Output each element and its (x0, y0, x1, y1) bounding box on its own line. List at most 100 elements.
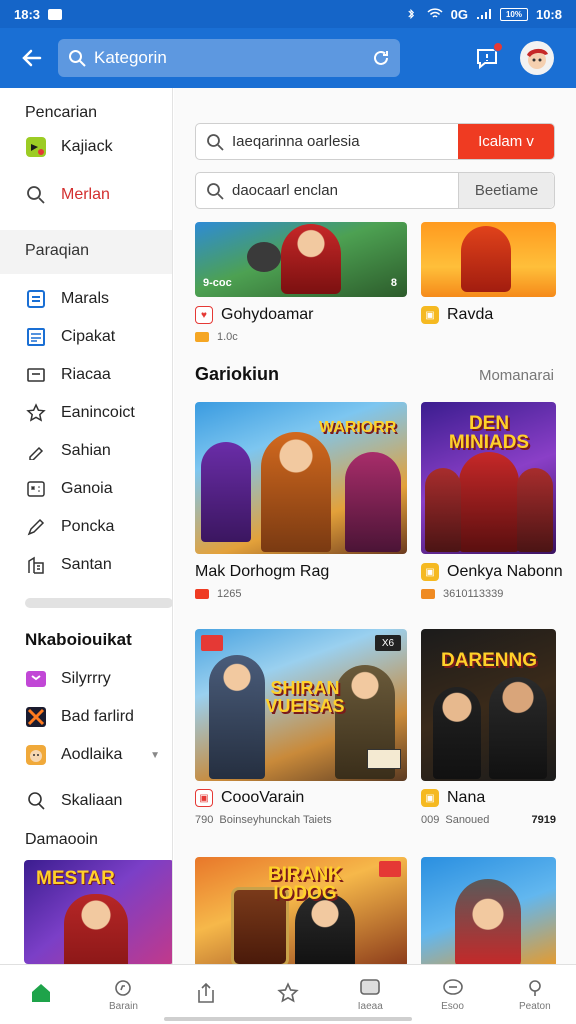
secondary-search-placeholder: daocaarl enclan (232, 182, 338, 199)
chevron-down-icon[interactable]: ▼ (150, 750, 160, 761)
app-badge-icon: ▣ (421, 563, 439, 581)
sidebar-item-cipakat[interactable]: Cipakat (0, 318, 172, 356)
arrow-left-icon (22, 49, 42, 67)
sidebar-item-merlan[interactable]: Merlan (0, 176, 172, 214)
nav-home[interactable] (0, 965, 82, 1024)
filter-search-field[interactable]: Iaeqarinna oarlesia Icalam v (195, 123, 555, 160)
game-card-image[interactable]: BIRANK IODOG (195, 857, 407, 964)
game-card-meta: 1265 (195, 588, 241, 600)
rating-icon (195, 332, 209, 342)
profile-icon (529, 979, 541, 996)
search-input[interactable]: Kategorin (58, 39, 400, 77)
app-badge-icon: ▣ (421, 789, 439, 807)
image-overlay-count: 8 (390, 277, 397, 289)
heart-icon: ♥ (195, 306, 213, 324)
nav-share[interactable] (165, 965, 247, 1024)
game-card-image[interactable] (421, 222, 556, 297)
avatar[interactable] (520, 41, 554, 75)
sidebar-item-sahian[interactable]: Sahian (0, 432, 172, 470)
image-corner-tag: X6 (375, 635, 401, 651)
category-dropdown-button[interactable]: Icalam v (458, 124, 554, 159)
sidebar-item-label: Aodlaika (61, 746, 123, 763)
game-card-image[interactable]: DARENNG (421, 629, 556, 781)
sidebar-promo-banner[interactable]: MESTAR (24, 860, 172, 964)
status-bar: 18:3 0G 10% 10:8 (0, 0, 576, 28)
app-icon (25, 136, 47, 158)
sidebar-section-header: Paraqian (0, 230, 172, 274)
sidebar-item-label: Santan (61, 556, 112, 573)
list-icon (25, 326, 47, 348)
sidebar-item-label: Ganoia (61, 480, 113, 497)
game-card-image[interactable]: WARIORR (195, 402, 407, 554)
game-logo-text: WARIORR (319, 419, 397, 436)
app-badge-icon: ▣ (421, 306, 439, 324)
sidebar-item-ganoia[interactable]: Ganoia (0, 470, 172, 508)
nav-favorites[interactable] (247, 965, 329, 1024)
sidebar-item-bad-farlird[interactable]: Bad farlird (0, 698, 172, 736)
game-card-title[interactable]: ▣ Ravda (421, 306, 493, 324)
game-card-image[interactable]: DEN MINIADS (421, 402, 556, 554)
sidebar: Pencarian Kajiack Merlan Paraqian Marals… (0, 88, 173, 964)
app-badge-icon: ▣ (195, 789, 213, 807)
sidebar-item-silyrrry[interactable]: Silyrrry (0, 660, 172, 698)
app-icon (25, 744, 47, 766)
section-more-link[interactable]: Momanarai (479, 367, 554, 384)
search-icon (207, 133, 224, 151)
sidebar-item-label: Sahian (61, 442, 111, 459)
sidebar-item-riacaa[interactable]: Riacaa (0, 356, 172, 394)
game-card-meta: 790 Boinseyhunckah Taiets (195, 814, 332, 826)
sidebar-item-skaliaan[interactable]: Skaliaan (0, 782, 172, 820)
game-logo-text: DEN MINIADS (448, 413, 530, 453)
sidebar-item-label: Poncka (61, 518, 115, 535)
notification-button[interactable] (474, 42, 503, 71)
game-card-title[interactable]: ▣ Nana (421, 789, 485, 807)
home-icon (32, 984, 51, 1002)
back-button[interactable] (14, 40, 50, 76)
game-card-image[interactable]: 9-coc 8 (195, 222, 407, 297)
sidebar-item-label: Skaliaan (61, 792, 123, 809)
game-card-image[interactable] (421, 857, 556, 964)
search-icon (69, 50, 86, 67)
game-card-image[interactable]: SHIRAN VUEISAS X6 (195, 629, 407, 781)
share-icon (197, 982, 214, 1003)
card-icon (25, 364, 47, 386)
chat-icon (442, 978, 463, 995)
game-card-title[interactable]: ▣ CoooVarain (195, 789, 304, 807)
sidebar-item-kajiack[interactable]: Kajiack (0, 128, 172, 166)
game-card-title[interactable]: ♥ Gohydoamar (195, 306, 314, 324)
sidebar-item-label: Merlan (61, 186, 110, 203)
banner-character-image (64, 894, 128, 964)
sidebar-item-marals[interactable]: Marals (0, 280, 172, 318)
nav-profile[interactable]: Peaton (494, 965, 576, 1024)
gamepad-icon (25, 478, 47, 500)
secondary-search-field[interactable]: daocaarl enclan Beetiame (195, 172, 555, 209)
tag-icon (25, 440, 47, 462)
sidebar-item-label: Bad farlird (61, 708, 134, 725)
building-icon (25, 554, 47, 576)
game-card-meta: 1.0c (195, 331, 238, 343)
nav-explore[interactable]: Barain (82, 965, 164, 1024)
sidebar-item-santan[interactable]: Santan (0, 546, 172, 584)
search-person-icon (25, 790, 47, 812)
sidebar-item-poncka[interactable]: Poncka (0, 508, 172, 546)
sidebar-item-label: Riacaa (61, 366, 111, 383)
game-card-meta: 3610113339 (421, 588, 503, 600)
search-icon (25, 184, 47, 206)
search-value: Kategorin (94, 48, 167, 67)
game-card-title[interactable]: ▣ Oenkya Nabonn (421, 563, 563, 581)
sidebar-heading: Pencarian (25, 104, 98, 121)
user-avatar-icon (527, 48, 548, 69)
game-card-title[interactable]: Mak Dorhogm Rag (195, 563, 329, 581)
signal-icon (476, 9, 491, 19)
message-icon (48, 8, 63, 20)
compass-icon (115, 979, 132, 996)
refresh-icon[interactable] (372, 49, 390, 67)
banner-title: MESTAR (36, 868, 115, 889)
bottom-navigation: Barain Iaeaa Esoo Peaton (0, 964, 576, 1024)
nav-messages[interactable]: Iaeaa (329, 965, 411, 1024)
sidebar-item-aodlaika[interactable]: Aodlaika ▼ (0, 736, 172, 774)
nav-chat[interactable]: Esoo (411, 965, 493, 1024)
home-indicator (164, 1017, 412, 1021)
sort-button[interactable]: Beetiame (458, 173, 554, 208)
sidebar-item-eanincoict[interactable]: Eanincoict (0, 394, 172, 432)
